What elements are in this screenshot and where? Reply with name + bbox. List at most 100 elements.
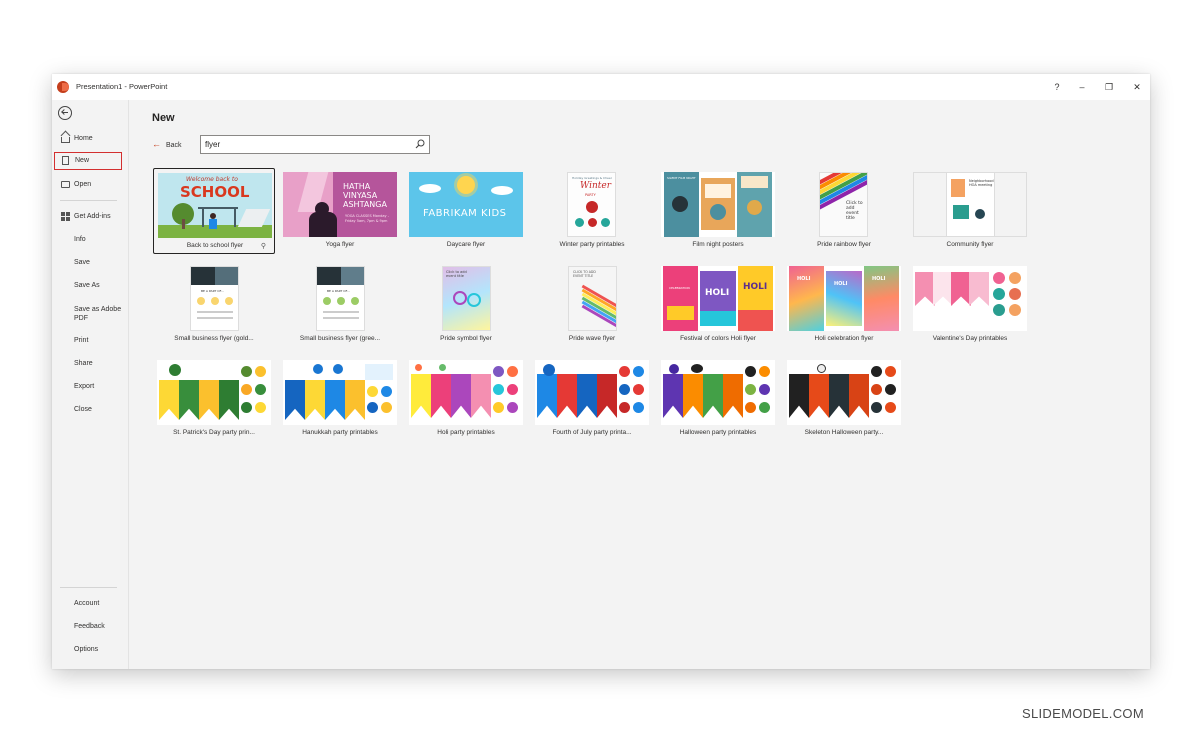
- template-small-business-flyer-green[interactable]: BE A PART OF... Small business flyer (gr…: [279, 262, 401, 348]
- sidebar-item-label: Close: [74, 406, 92, 413]
- template-thumbnail: [535, 360, 649, 425]
- sidebar-item-label: Save as Adobe PDF: [74, 306, 122, 322]
- template-thumbnail: Click to add event title: [787, 172, 901, 237]
- template-pride-rainbow-flyer[interactable]: Click to add event title Pride rainbow f…: [783, 168, 905, 254]
- thumbnail-text: CELEBRATION: [669, 286, 690, 290]
- sidebar-item-export[interactable]: Export: [52, 378, 129, 396]
- backstage-sidebar: Home New Open Get Add-ins Info Save Save…: [52, 100, 129, 669]
- sidebar-item-new[interactable]: New: [54, 152, 122, 170]
- sidebar-item-feedback[interactable]: Feedback: [52, 618, 129, 636]
- template-thumbnail: [787, 360, 901, 425]
- close-button[interactable]: ✕: [1130, 80, 1144, 94]
- template-label: Daycare flyer: [446, 241, 486, 248]
- template-festival-of-colors-holi-flyer[interactable]: CELEBRATION HOLI HOLI Festival of colors…: [657, 262, 779, 348]
- template-community-flyer[interactable]: Neighborhood HOA meeting Community flyer: [909, 168, 1031, 254]
- title-bar: Presentation1 - PowerPoint ? – ❐ ✕: [52, 74, 1150, 100]
- template-thumbnail: BE A PART OF...: [283, 266, 397, 331]
- search-icon[interactable]: [415, 139, 425, 149]
- thumbnail-text: BE A PART OF...: [327, 289, 350, 293]
- template-thumbnail: HOLI HOLI HOLI: [787, 266, 901, 331]
- template-film-night-posters[interactable]: SILENT FILM NIGHT Film night posters: [657, 168, 779, 254]
- sidebar-item-get-add-ins[interactable]: Get Add-ins: [52, 208, 129, 226]
- template-label: Back to school flyer: [186, 242, 244, 249]
- thumbnail-text: HOLI: [834, 281, 848, 287]
- powerpoint-logo-icon: [57, 81, 69, 93]
- thumbnail-text: HATHA VINYASA ASHTANGA: [343, 182, 387, 209]
- template-pride-symbol-flyer[interactable]: Click to add event title Pride symbol fl…: [405, 262, 527, 348]
- sidebar-divider: [60, 200, 117, 201]
- template-small-business-flyer-gold[interactable]: BE A PART OF... Small business flyer (go…: [153, 262, 275, 348]
- template-label: Fourth of July party printa...: [552, 429, 632, 436]
- template-fourth-of-july-party-printables[interactable]: Fourth of July party printa...: [531, 356, 653, 442]
- back-label: Back: [166, 142, 182, 149]
- help-button[interactable]: ?: [1050, 80, 1064, 94]
- search-input[interactable]: flyer: [200, 135, 430, 154]
- template-thumbnail: [409, 360, 523, 425]
- template-thumbnail: [157, 360, 271, 425]
- sidebar-item-save-as-adobe-pdf[interactable]: Save as Adobe PDF: [52, 300, 129, 324]
- minimize-button[interactable]: –: [1075, 80, 1089, 94]
- new-document-icon: [62, 156, 69, 165]
- template-thumbnail: CLICK TO ADD EVENT TITLE: [535, 266, 649, 331]
- thumbnail-text: SILENT FILM NIGHT: [667, 176, 696, 180]
- sidebar-item-label: Save As: [74, 282, 100, 289]
- sidebar-item-account[interactable]: Account: [52, 595, 129, 613]
- sidebar-item-label: Save: [74, 259, 90, 266]
- pin-icon[interactable]: ⚲: [261, 242, 266, 250]
- template-halloween-party-printables[interactable]: Halloween party printables: [657, 356, 779, 442]
- template-label: Holi party printables: [437, 429, 495, 436]
- sidebar-item-save[interactable]: Save: [52, 254, 129, 272]
- sidebar-item-label: Share: [74, 360, 93, 367]
- thumbnail-text: Welcome back to: [186, 176, 238, 183]
- sidebar-item-options[interactable]: Options: [52, 641, 129, 659]
- sidebar-item-label: Home: [74, 135, 93, 142]
- template-thumbnail: BE A PART OF...: [157, 266, 271, 331]
- template-pride-wave-flyer[interactable]: CLICK TO ADD EVENT TITLE Pride wave flye…: [531, 262, 653, 348]
- thumbnail-text: HOLI: [872, 276, 886, 282]
- sidebar-item-share[interactable]: Share: [52, 355, 129, 373]
- folder-open-icon: [61, 181, 70, 188]
- sidebar-item-print[interactable]: Print: [52, 332, 129, 350]
- sidebar-item-close[interactable]: Close: [52, 401, 129, 419]
- sidebar-item-info[interactable]: Info: [52, 231, 129, 249]
- template-label: Small business flyer (gold...: [174, 335, 254, 342]
- template-thumbnail: [283, 360, 397, 425]
- template-holi-celebration-flyer[interactable]: HOLI HOLI HOLI Holi celebration flyer: [783, 262, 905, 348]
- thumbnail-text: Neighborhood HOA meeting: [969, 179, 994, 187]
- template-thumbnail: [661, 360, 775, 425]
- sidebar-item-open[interactable]: Open: [52, 176, 129, 194]
- template-thumbnail: Welcome back to SCHOOL: [158, 173, 272, 238]
- thumbnail-text: Click to add event title: [846, 201, 863, 221]
- template-thumbnail: HATHA VINYASA ASHTANGA YOGA CLASSES Mond…: [283, 172, 397, 237]
- template-yoga-flyer[interactable]: HATHA VINYASA ASHTANGA YOGA CLASSES Mond…: [279, 168, 401, 254]
- window-title: Presentation1 - PowerPoint: [76, 82, 168, 91]
- template-label: Holi celebration flyer: [814, 335, 874, 342]
- template-valentines-day-printables[interactable]: Valentine's Day printables: [909, 262, 1031, 348]
- back-arrow-icon[interactable]: [58, 106, 72, 120]
- template-thumbnail: Click to add event title: [409, 266, 523, 331]
- template-winter-party-printables[interactable]: Holiday Greetings & Cheer Winter PARTY W…: [531, 168, 653, 254]
- back-button[interactable]: ← Back: [152, 139, 182, 149]
- template-thumbnail: CELEBRATION HOLI HOLI: [661, 266, 775, 331]
- sidebar-item-home[interactable]: Home: [52, 130, 129, 148]
- template-holi-party-printables[interactable]: Holi party printables: [405, 356, 527, 442]
- sidebar-item-label: Export: [74, 383, 95, 390]
- sidebar-item-label: Account: [74, 600, 100, 607]
- template-hanukkah-party-printables[interactable]: Hanukkah party printables: [279, 356, 401, 442]
- thumbnail-text: HOLI: [797, 276, 811, 282]
- slidemodel-watermark: SLIDEMODEL.COM: [1022, 706, 1144, 721]
- template-label: Community flyer: [946, 241, 994, 248]
- restore-button[interactable]: ❐: [1102, 80, 1116, 94]
- thumbnail-text: YOGA CLASSES Monday - Friday 5am, 7pm & …: [345, 214, 389, 223]
- template-label: Yoga flyer: [325, 241, 355, 248]
- thumbnail-text: HOLI: [743, 282, 768, 292]
- sidebar-item-label: Open: [74, 181, 92, 188]
- template-label: Small business flyer (gree...: [299, 335, 381, 342]
- template-back-to-school-flyer[interactable]: Welcome back to SCHOOL Back to school fl…: [153, 168, 275, 254]
- template-daycare-flyer[interactable]: FABRIKAM KIDS Daycare flyer: [405, 168, 527, 254]
- template-label: Festival of colors Holi flyer: [680, 335, 756, 342]
- thumbnail-text: Click to add event title: [446, 270, 467, 278]
- template-st-patricks-day-party-printables[interactable]: St. Patrick's Day party prin...: [153, 356, 275, 442]
- sidebar-item-save-as[interactable]: Save As: [52, 277, 129, 295]
- template-skeleton-halloween-party-printables[interactable]: Skeleton Halloween party...: [783, 356, 905, 442]
